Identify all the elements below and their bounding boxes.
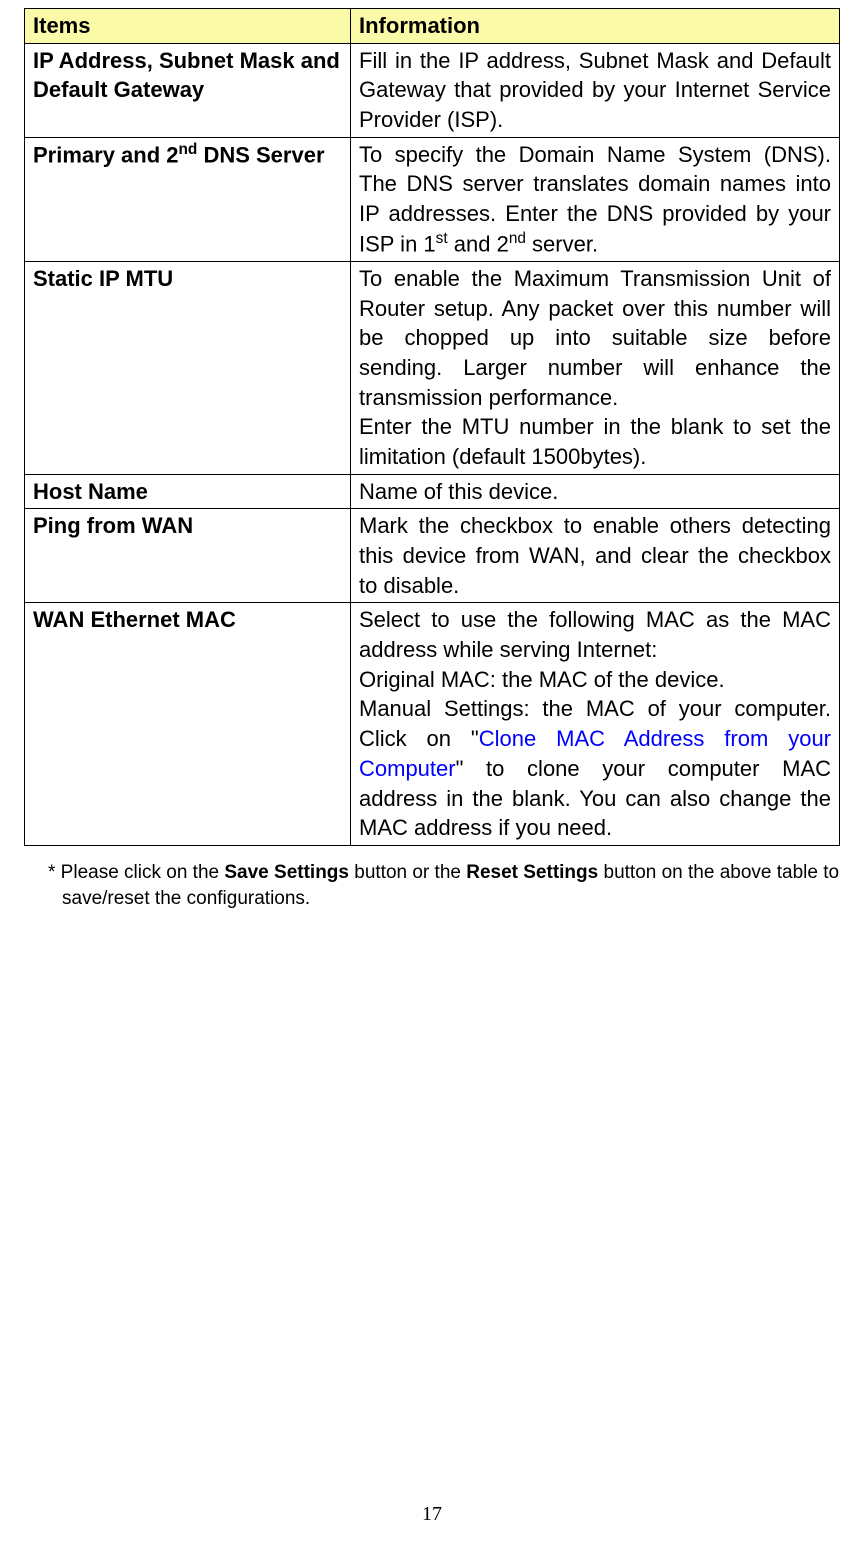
- header-information: Information: [351, 9, 840, 44]
- info-ip-address: Fill in the IP address, Subnet Mask and …: [351, 43, 840, 137]
- table-row: WAN Ethernet MAC Select to use the follo…: [25, 603, 840, 846]
- item-static-ip-mtu: Static IP MTU: [25, 261, 351, 474]
- info-dns-server: To specify the Domain Name System (DNS).…: [351, 137, 840, 261]
- info-ping-from-wan: Mark the checkbox to enable others detec…: [351, 509, 840, 603]
- page-number: 17: [0, 1503, 864, 1526]
- table-row: Primary and 2nd DNS Server To specify th…: [25, 137, 840, 261]
- table-row: Static IP MTU To enable the Maximum Tran…: [25, 261, 840, 474]
- item-dns-server: Primary and 2nd DNS Server: [25, 137, 351, 261]
- table-row: Host Name Name of this device.: [25, 474, 840, 509]
- table-row: IP Address, Subnet Mask and Default Gate…: [25, 43, 840, 137]
- item-ip-address: IP Address, Subnet Mask and Default Gate…: [25, 43, 351, 137]
- table-row: Ping from WAN Mark the checkbox to enabl…: [25, 509, 840, 603]
- item-ping-from-wan: Ping from WAN: [25, 509, 351, 603]
- info-wan-ethernet-mac: Select to use the following MAC as the M…: [351, 603, 840, 846]
- settings-table: Items Information IP Address, Subnet Mas…: [24, 8, 840, 846]
- item-host-name: Host Name: [25, 474, 351, 509]
- item-wan-ethernet-mac: WAN Ethernet MAC: [25, 603, 351, 846]
- footnote-text: * Please click on the Save Settings butt…: [24, 860, 840, 911]
- header-items: Items: [25, 9, 351, 44]
- info-static-ip-mtu: To enable the Maximum Transmission Unit …: [351, 261, 840, 474]
- info-host-name: Name of this device.: [351, 474, 840, 509]
